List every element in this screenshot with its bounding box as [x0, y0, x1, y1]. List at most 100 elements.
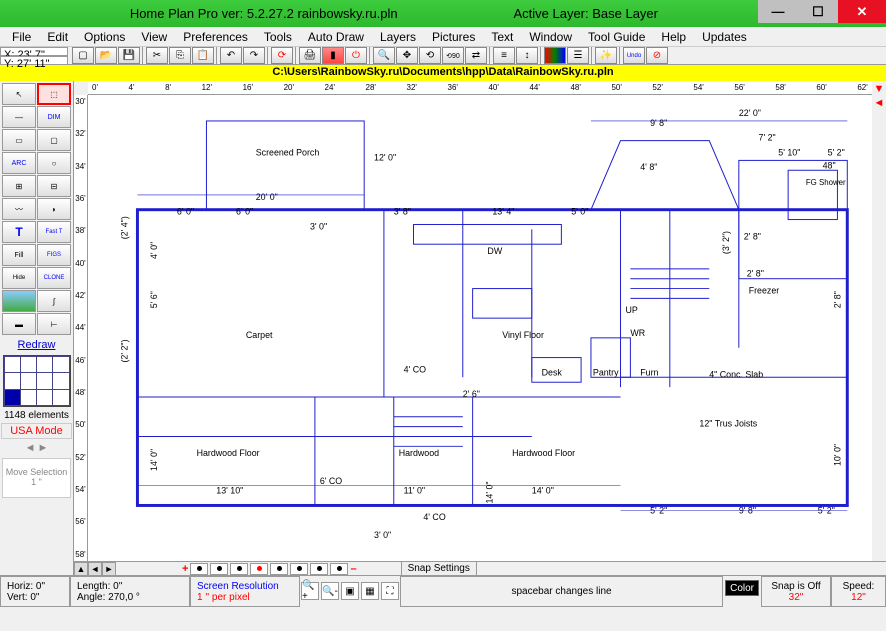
svg-text:Pantry: Pantry [593, 367, 619, 377]
undo-icon[interactable]: ↶ [220, 47, 242, 64]
pointer-tool[interactable]: ↖ [2, 83, 36, 105]
move-icon[interactable]: ✥ [396, 47, 418, 64]
spline-tool[interactable]: ∫ [37, 290, 71, 312]
scroll-left-icon[interactable]: ◄ [88, 562, 102, 576]
wand-icon[interactable]: ✨ [595, 47, 617, 64]
rotate-icon[interactable]: ⟲ [419, 47, 441, 64]
scroll-right-icon[interactable]: ► [102, 562, 116, 576]
window-tool[interactable]: ⊞ [2, 175, 36, 197]
zoom-box1-icon[interactable]: ▣ [341, 582, 359, 600]
select-tool[interactable]: ⬚ [37, 83, 71, 105]
app-title: Home Plan Pro ver: 5.2.27.2 rainbowsky.r… [14, 6, 513, 21]
circle-tool[interactable]: ○ [37, 152, 71, 174]
fill-tool[interactable]: Fill [2, 244, 36, 266]
usa-mode[interactable]: USA Mode [1, 423, 72, 439]
snap-dot[interactable] [210, 563, 228, 575]
menu-window[interactable]: Window [521, 28, 580, 46]
menu-options[interactable]: Options [76, 28, 133, 46]
image-tool[interactable] [2, 290, 36, 312]
print-icon[interactable]: 🖨 [299, 47, 321, 64]
arc-tool[interactable]: ARC [2, 152, 36, 174]
drawing-canvas[interactable]: Screened Porch Carpet Vinyl Floor Desk P… [88, 95, 872, 561]
door-tool[interactable]: ◗ [37, 198, 71, 220]
menu-file[interactable]: File [4, 28, 39, 46]
snap-dot[interactable] [310, 563, 328, 575]
menu-edit[interactable]: Edit [39, 28, 76, 46]
flip-icon[interactable]: ⇄ [465, 47, 487, 64]
menu-toolguide[interactable]: Tool Guide [580, 28, 653, 46]
snap-plus-icon[interactable]: + [182, 563, 188, 575]
right-arrow-icon[interactable]: ► [38, 442, 49, 454]
zoom-icon[interactable]: 🔍 [373, 47, 395, 64]
wall-tool[interactable]: ▬ [2, 313, 36, 335]
line-tool[interactable]: — [2, 106, 36, 128]
fasttext-tool[interactable]: Fast T [37, 221, 71, 243]
hide-tool[interactable]: Hide [2, 267, 36, 289]
snap-dot[interactable] [250, 563, 268, 575]
svg-text:3' 8": 3' 8" [394, 207, 411, 217]
menu-autodraw[interactable]: Auto Draw [300, 28, 372, 46]
cut-icon[interactable]: ✂ [146, 47, 168, 64]
rect2-tool[interactable]: ▢ [37, 129, 71, 151]
nav-grid[interactable] [3, 355, 71, 407]
close-button[interactable]: ✕ [838, 0, 886, 23]
rect-tool[interactable]: ▭ [2, 129, 36, 151]
new-icon[interactable]: ▢ [72, 47, 94, 64]
svg-text:3' 0": 3' 0" [310, 221, 327, 231]
svg-text:48": 48" [823, 160, 836, 170]
minimize-button[interactable]: — [758, 0, 798, 23]
snap-settings-button[interactable]: Snap Settings [401, 561, 477, 576]
left-arrow-icon[interactable]: ◄ [25, 442, 36, 454]
snap-dot[interactable] [230, 563, 248, 575]
figs-tool[interactable]: FIGS [37, 244, 71, 266]
colors-icon[interactable] [544, 47, 566, 64]
snap-dot[interactable] [290, 563, 308, 575]
menu-layers[interactable]: Layers [372, 28, 424, 46]
snap-minus-icon[interactable]: – [350, 563, 356, 575]
menu-help[interactable]: Help [653, 28, 694, 46]
door-icon[interactable]: ▮ [322, 47, 344, 64]
rotate90-icon[interactable]: ⟲90 [442, 47, 464, 64]
align-icon[interactable]: ≡ [493, 47, 515, 64]
zoom-fit-icon[interactable]: ⛶ [381, 582, 399, 600]
zoom-box2-icon[interactable]: ▦ [361, 582, 379, 600]
grid-tool[interactable]: ⊟ [37, 175, 71, 197]
color-button[interactable]: Color [725, 580, 759, 596]
snap-dot[interactable] [270, 563, 288, 575]
svg-text:Carpet: Carpet [246, 330, 273, 340]
save-icon[interactable]: 💾 [118, 47, 140, 64]
maximize-button[interactable]: ☐ [798, 0, 838, 23]
layers-icon[interactable]: ☰ [567, 47, 589, 64]
svg-text:12" Trus Joists: 12" Trus Joists [699, 419, 757, 429]
menu-pictures[interactable]: Pictures [424, 28, 483, 46]
refresh-icon[interactable]: ⟳ [271, 47, 293, 64]
floor-plan: Screened Porch Carpet Vinyl Floor Desk P… [98, 100, 867, 556]
undo-ring-icon[interactable]: Undo [623, 47, 645, 64]
measure-tool[interactable]: ⊢ [37, 313, 71, 335]
curve-tool[interactable]: 〰 [2, 198, 36, 220]
open-icon[interactable]: 📂 [95, 47, 117, 64]
exit-icon[interactable]: ⏻ [345, 47, 367, 64]
snap-dot[interactable] [190, 563, 208, 575]
zoom-in-icon[interactable]: 🔍+ [301, 582, 319, 600]
menu-preferences[interactable]: Preferences [175, 28, 256, 46]
resize-icon[interactable]: ↕ [516, 47, 538, 64]
redo-icon[interactable]: ↷ [243, 47, 265, 64]
redraw-button[interactable]: Redraw [0, 337, 73, 353]
snap-dot[interactable] [330, 563, 348, 575]
text-tool[interactable]: T [2, 221, 36, 243]
clone-tool[interactable]: CLONE [37, 267, 71, 289]
move-selection[interactable]: Move Selection 1 " [2, 458, 71, 498]
svg-text:20' 0": 20' 0" [256, 192, 278, 202]
menu-updates[interactable]: Updates [694, 28, 755, 46]
zoom-out-icon[interactable]: 🔍- [321, 582, 339, 600]
menu-text[interactable]: Text [483, 28, 521, 46]
menu-tools[interactable]: Tools [256, 28, 300, 46]
menu-view[interactable]: View [133, 28, 175, 46]
stop-icon[interactable]: ⊘ [646, 47, 668, 64]
paste-icon[interactable]: 📋 [192, 47, 214, 64]
dim-tool[interactable]: DIM [37, 106, 71, 128]
copy-icon[interactable]: ⎘ [169, 47, 191, 64]
snap-status[interactable]: Snap is Off [768, 581, 824, 592]
scroll-up-down-icon[interactable]: ▲ [74, 562, 88, 576]
